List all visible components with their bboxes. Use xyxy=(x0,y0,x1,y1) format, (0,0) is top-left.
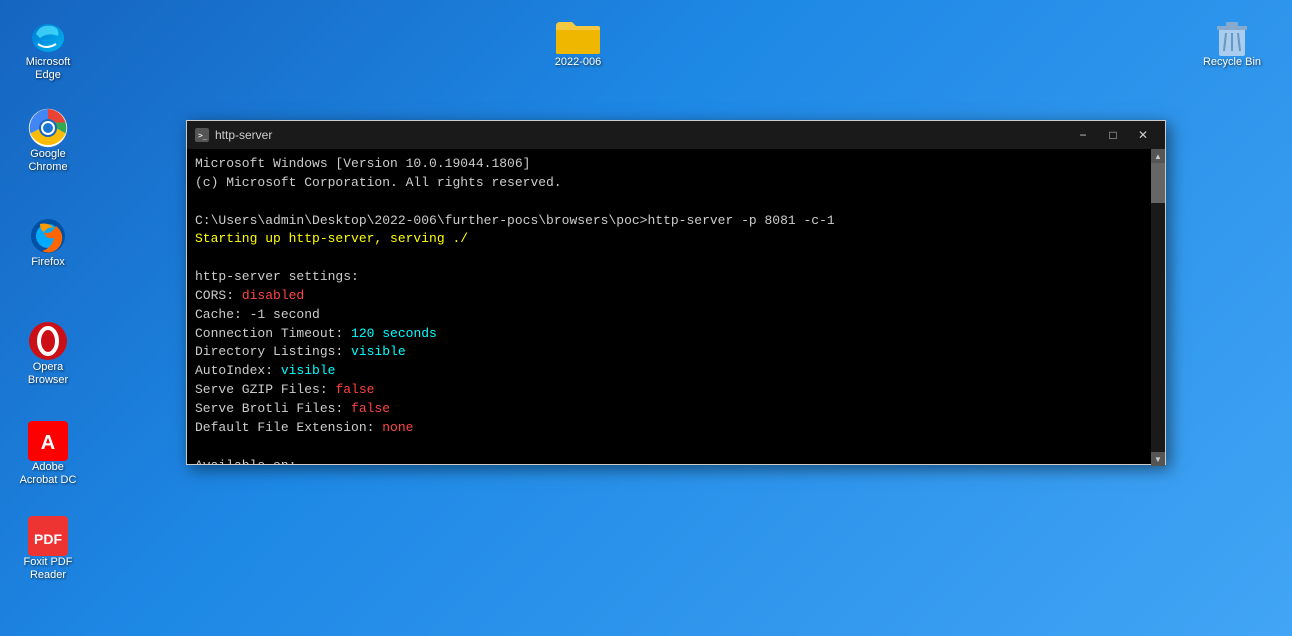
cmd-window-title: http-server xyxy=(215,128,272,142)
desktop-icon-microsoft-edge[interactable]: Microsoft Edge xyxy=(8,10,88,88)
scroll-down-arrow[interactable]: ▼ xyxy=(1151,452,1165,466)
desktop-icon-folder-2022-006[interactable]: 2022-006 xyxy=(538,10,618,75)
foxit-icon: PDF xyxy=(28,516,68,556)
svg-text:A: A xyxy=(41,432,55,454)
line-2: (c) Microsoft Corporation. All rights re… xyxy=(195,174,1145,193)
folder-icon xyxy=(554,16,602,56)
microsoft-edge-label: Microsoft Edge xyxy=(26,56,71,82)
cmd-titlebar-left: >_ http-server xyxy=(195,128,272,142)
adobe-acrobat-icon: A xyxy=(28,421,68,461)
line-available: Available on: xyxy=(195,457,1145,465)
scroll-track[interactable] xyxy=(1151,163,1165,452)
line-timeout: Connection Timeout: 120 seconds xyxy=(195,325,1145,344)
microsoft-edge-icon xyxy=(28,16,68,56)
cmd-titlebar-controls: − □ ✕ xyxy=(1069,125,1157,145)
recycle-bin-label: Recycle Bin xyxy=(1203,56,1261,69)
desktop-icon-adobe-acrobat[interactable]: A Adobe Acrobat DC xyxy=(8,415,88,493)
desktop-icon-google-chrome[interactable]: Google Chrome xyxy=(8,102,88,180)
line-cors: CORS: disabled xyxy=(195,287,1145,306)
svg-text:PDF: PDF xyxy=(34,531,62,547)
cmd-window-icon: >_ xyxy=(195,128,209,142)
line-gzip: Serve GZIP Files: false xyxy=(195,381,1145,400)
cmd-titlebar: >_ http-server − □ ✕ xyxy=(187,121,1165,149)
close-button[interactable]: ✕ xyxy=(1129,125,1157,145)
minimize-button[interactable]: − xyxy=(1069,125,1097,145)
cmd-scrollbar: ▲ ▼ xyxy=(1151,149,1165,466)
line-blank-2 xyxy=(195,249,1145,268)
line-blank-3 xyxy=(195,438,1145,457)
cmd-content: Microsoft Windows [Version 10.0.19044.18… xyxy=(187,149,1165,464)
foxit-label: Foxit PDF Reader xyxy=(24,556,73,582)
firefox-icon xyxy=(28,216,68,256)
line-starting: Starting up http-server, serving ./ xyxy=(195,230,1145,249)
line-autoindex: AutoIndex: visible xyxy=(195,362,1145,381)
opera-icon xyxy=(28,321,68,361)
recycle-bin-icon xyxy=(1213,16,1251,56)
line-brotli: Serve Brotli Files: false xyxy=(195,400,1145,419)
scroll-thumb[interactable] xyxy=(1151,163,1165,203)
google-chrome-icon xyxy=(28,108,68,148)
desktop-icon-firefox[interactable]: Firefox xyxy=(8,210,88,275)
line-cmd: C:\Users\admin\Desktop\2022-006\further-… xyxy=(195,212,1145,231)
adobe-acrobat-label: Adobe Acrobat DC xyxy=(20,461,77,487)
line-dirlist: Directory Listings: visible xyxy=(195,343,1145,362)
line-1: Microsoft Windows [Version 10.0.19044.18… xyxy=(195,155,1145,174)
opera-label: Opera Browser xyxy=(28,361,68,387)
line-ext: Default File Extension: none xyxy=(195,419,1145,438)
desktop-icon-foxit[interactable]: PDF Foxit PDF Reader xyxy=(8,510,88,588)
maximize-button[interactable]: □ xyxy=(1099,125,1127,145)
line-blank-1 xyxy=(195,193,1145,212)
line-settings: http-server settings: xyxy=(195,268,1145,287)
cmd-window: >_ http-server − □ ✕ Microsoft Windows [… xyxy=(186,120,1166,465)
svg-text:>_: >_ xyxy=(198,131,207,140)
desktop-icon-recycle-bin[interactable]: Recycle Bin xyxy=(1192,10,1272,75)
scroll-up-arrow[interactable]: ▲ xyxy=(1151,149,1165,163)
line-cache: Cache: -1 second xyxy=(195,306,1145,325)
folder-label: 2022-006 xyxy=(555,56,602,69)
desktop-icon-opera[interactable]: Opera Browser xyxy=(8,315,88,393)
firefox-label: Firefox xyxy=(31,256,65,269)
google-chrome-label: Google Chrome xyxy=(28,148,67,174)
